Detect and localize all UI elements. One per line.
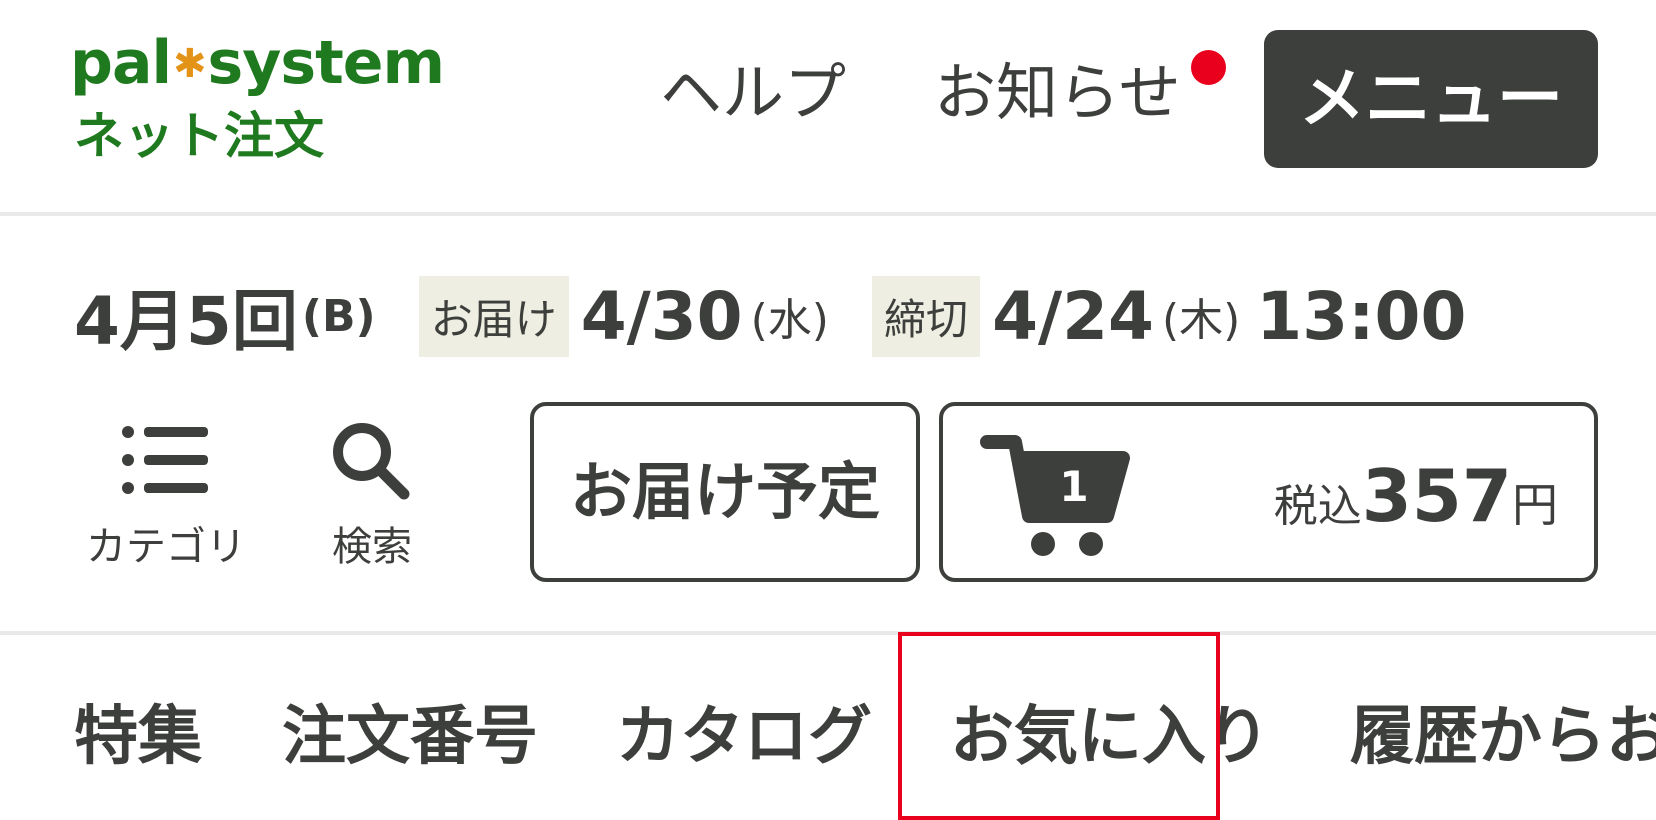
pal-system-logo[interactable]: pal✱system ネット注文 (70, 26, 470, 176)
tab-favorites[interactable]: お気に入り (950, 696, 1270, 778)
cart-total: 税込357円 (1274, 454, 1558, 538)
logo-word-left: pal (70, 28, 172, 98)
delivery-weekday: (水) (750, 295, 829, 346)
delivery-schedule-label: お届け予定 (569, 455, 880, 528)
deadline-weekday: (木) (1161, 295, 1241, 346)
delivery-info: 4月5回(B) お届け 4/30 (水) 締切 4/24 (木) 13:00 (74, 268, 1467, 360)
delivery-schedule-button[interactable]: お届け予定 (530, 402, 920, 582)
unread-badge-dot (1191, 50, 1226, 85)
cart-item-count: 1 (1059, 462, 1089, 511)
site-header: pal✱system ネット注文 ヘルプ お知らせ メニュー (0, 0, 1656, 216)
news-link[interactable]: お知らせ (934, 48, 1181, 138)
tab-catalog[interactable]: カタログ (616, 696, 872, 778)
delivery-tag: お届け (418, 275, 569, 357)
tab-bar: 特集 注文番号 カタログ お気に入り 履歴からお (0, 636, 1656, 816)
logo-subtitle: ネット注文 (74, 107, 324, 165)
list-icon (122, 426, 208, 494)
search-icon (333, 423, 410, 500)
tax-included-label: 税込 (1273, 481, 1362, 532)
order-round-group: (B) (301, 290, 376, 342)
cart-button[interactable]: 1 税込357円 (939, 402, 1598, 582)
delivery-date: 4/30 (580, 277, 743, 355)
logo-star-icon: ✱ (173, 41, 207, 87)
help-link[interactable]: ヘルプ (660, 48, 846, 138)
menu-button[interactable]: メニュー (1264, 30, 1598, 168)
deadline-tag: 締切 (872, 275, 981, 357)
tab-order-number[interactable]: 注文番号 (282, 696, 538, 778)
cart-amount: 357 (1361, 454, 1512, 538)
category-label: カテゴリ (86, 524, 246, 570)
search-label: 検索 (332, 524, 412, 570)
order-round: 4月5回 (74, 283, 298, 360)
logo-word-right: system (207, 28, 445, 98)
deadline-date: 4/24 (992, 277, 1154, 355)
search-button[interactable]: 検索 (282, 420, 462, 580)
section-divider (0, 631, 1656, 635)
currency-label: 円 (1512, 478, 1558, 532)
category-button[interactable]: カテゴリ (76, 420, 256, 580)
deadline-time: 13:00 (1256, 277, 1467, 355)
tab-order-from-history[interactable]: 履歴からお (1350, 696, 1656, 778)
tab-features[interactable]: 特集 (74, 696, 202, 778)
